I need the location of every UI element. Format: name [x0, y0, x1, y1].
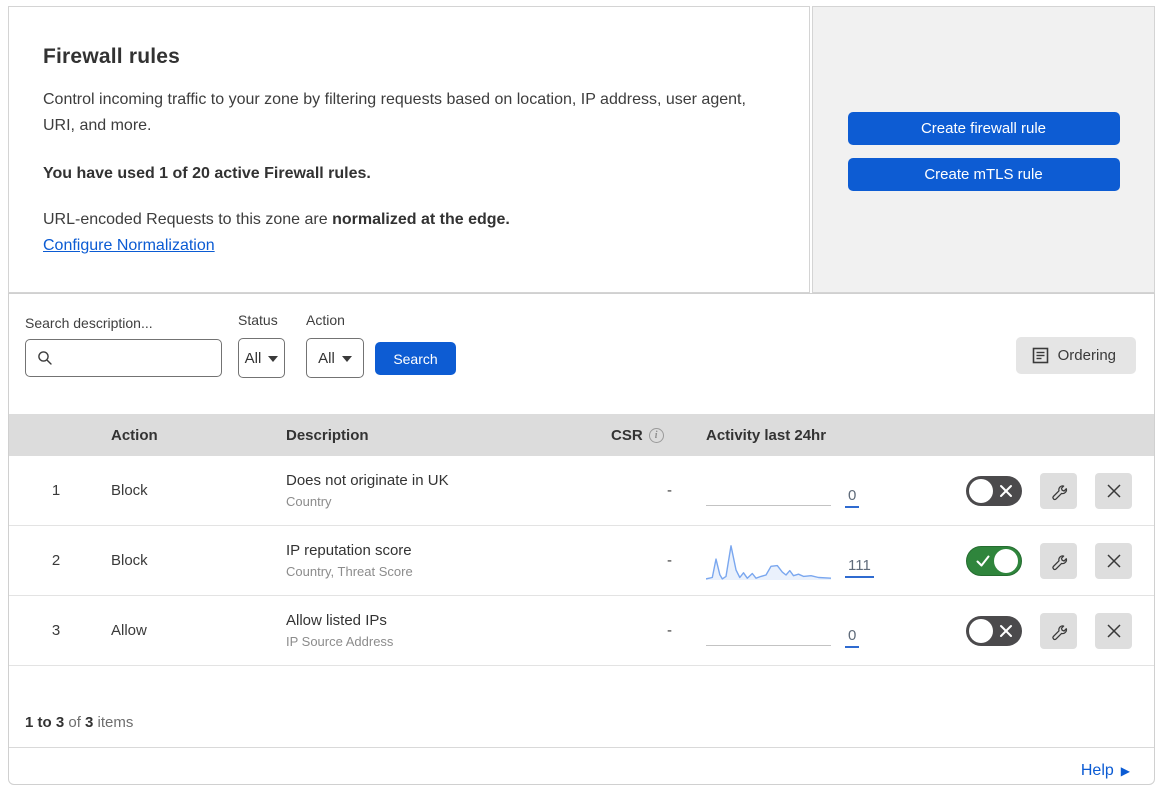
pagination-summary: 1 to 3 of 3 items	[9, 666, 1154, 731]
rule-controls	[924, 542, 1154, 579]
delete-rule-button[interactable]	[1095, 612, 1132, 649]
rules-panel: Search description... Status All Action …	[8, 293, 1155, 785]
activity-count-link[interactable]: 111	[845, 557, 874, 578]
rule-controls	[924, 612, 1154, 649]
pagination-items: items	[93, 714, 134, 731]
close-icon	[1106, 623, 1121, 638]
normalization-text: URL-encoded Requests to this zone are	[43, 211, 333, 228]
rule-description-title: Allow listed IPs	[286, 612, 387, 629]
pagination-of: of	[64, 714, 86, 731]
chevron-down-icon	[341, 356, 352, 362]
toggle-knob	[969, 618, 993, 643]
close-icon	[1106, 483, 1121, 498]
activity-count-link[interactable]: 0	[845, 627, 860, 648]
wrench-icon	[1051, 484, 1067, 500]
activity-column-header: Activity last 24hr	[706, 426, 827, 444]
rule-description: IP reputation score Country, Threat Scor…	[278, 542, 603, 579]
rule-activity: 0	[698, 472, 924, 510]
delete-rule-button[interactable]	[1095, 542, 1132, 579]
ordering-button[interactable]: Ordering	[1015, 337, 1136, 374]
activity-sparkline	[706, 472, 831, 510]
rule-csr: -	[667, 622, 672, 639]
header-card: Firewall rules Control incoming traffic …	[8, 6, 810, 293]
activity-count-link[interactable]: 0	[845, 487, 860, 508]
help-link[interactable]: Help ▶	[1081, 762, 1130, 780]
ordering-button-label: Ordering	[1057, 347, 1116, 364]
rule-description: Does not originate in UK Country	[278, 472, 603, 509]
rule-description-fields: Country	[286, 494, 332, 509]
rule-controls	[924, 472, 1154, 509]
search-icon	[38, 351, 52, 365]
rule-description-title: Does not originate in UK	[286, 472, 449, 489]
rule-priority: 1	[51, 482, 61, 499]
description-column-header: Description	[286, 426, 369, 444]
configure-normalization-link[interactable]: Configure Normalization	[43, 237, 215, 255]
enable-toggle[interactable]	[966, 475, 1022, 506]
wrench-icon	[1051, 554, 1067, 570]
status-filter-value: All	[244, 349, 262, 367]
edit-rule-button[interactable]	[1040, 542, 1077, 579]
action-column-header: Action	[111, 426, 158, 444]
action-filter-dropdown[interactable]: All	[306, 338, 364, 378]
rule-action: Allow	[111, 622, 147, 639]
create-firewall-rule-button[interactable]: Create firewall rule	[847, 112, 1120, 145]
info-icon[interactable]: i	[648, 427, 664, 443]
rule-activity: 0	[698, 612, 924, 650]
status-filter-dropdown[interactable]: All	[238, 338, 285, 378]
table-row: 3 Allow Allow listed IPs IP Source Addre…	[9, 596, 1154, 666]
firewall-rules-page: Firewall rules Control incoming traffic …	[0, 0, 1161, 791]
help-row: Help ▶	[9, 748, 1154, 794]
toggle-knob	[969, 478, 993, 503]
filter-bar: Search description... Status All Action …	[9, 294, 1154, 414]
normalization-note: URL-encoded Requests to this zone are no…	[43, 211, 767, 229]
search-label: Search description...	[25, 315, 153, 331]
csr-column-header: CSR i	[603, 427, 698, 444]
ordering-list-icon	[1032, 347, 1048, 364]
rule-action: Block	[111, 552, 148, 569]
page-title: Firewall rules	[43, 45, 181, 68]
pagination-range: 1 to 3	[25, 714, 65, 731]
search-description-field[interactable]	[25, 339, 222, 377]
chevron-down-icon	[268, 356, 279, 362]
delete-rule-button[interactable]	[1095, 472, 1132, 509]
toggle-knob	[994, 548, 1018, 573]
rule-description: Allow listed IPs IP Source Address	[278, 612, 603, 649]
edit-rule-button[interactable]	[1040, 472, 1077, 509]
csr-header-label: CSR	[611, 426, 643, 444]
rule-csr: -	[667, 552, 672, 569]
help-link-label: Help	[1080, 762, 1114, 779]
table-row: 1 Block Does not originate in UK Country…	[9, 456, 1154, 526]
page-description: Control incoming traffic to your zone by…	[43, 91, 746, 134]
toggle-x-icon	[1000, 624, 1012, 637]
usage-summary: You have used 1 of 20 active Firewall ru…	[43, 165, 371, 182]
search-input[interactable]	[61, 350, 211, 366]
close-icon	[1106, 553, 1121, 568]
rule-description-fields: IP Source Address	[286, 634, 394, 649]
rule-description-fields: Country, Threat Score	[286, 564, 413, 579]
arrow-right-icon: ▶	[1120, 764, 1130, 778]
normalization-bold: normalized at the edge.	[332, 211, 510, 228]
toggle-check-icon	[976, 555, 990, 566]
table-header: Action Description CSR i Activity last 2…	[9, 414, 1154, 456]
rule-action: Block	[111, 482, 148, 499]
toggle-x-icon	[1000, 484, 1012, 497]
table-row: 2 Block IP reputation score Country, Thr…	[9, 526, 1154, 596]
search-button[interactable]: Search	[375, 342, 456, 375]
status-filter-label: Status	[238, 312, 278, 328]
enable-toggle[interactable]	[966, 545, 1022, 576]
rule-csr: -	[667, 482, 672, 499]
rule-description-title: IP reputation score	[286, 542, 412, 559]
create-mtls-rule-button[interactable]: Create mTLS rule	[847, 158, 1120, 191]
action-filter-value: All	[318, 349, 335, 367]
action-filter-label: Action	[306, 312, 345, 328]
wrench-icon	[1051, 624, 1067, 640]
rule-priority: 2	[51, 552, 61, 569]
rule-priority: 3	[51, 622, 61, 639]
edit-rule-button[interactable]	[1040, 612, 1077, 649]
activity-sparkline	[706, 542, 831, 580]
rule-activity: 111	[698, 542, 924, 580]
actions-panel: Create firewall rule Create mTLS rule	[812, 6, 1155, 293]
enable-toggle[interactable]	[966, 615, 1022, 646]
activity-sparkline	[706, 612, 831, 650]
